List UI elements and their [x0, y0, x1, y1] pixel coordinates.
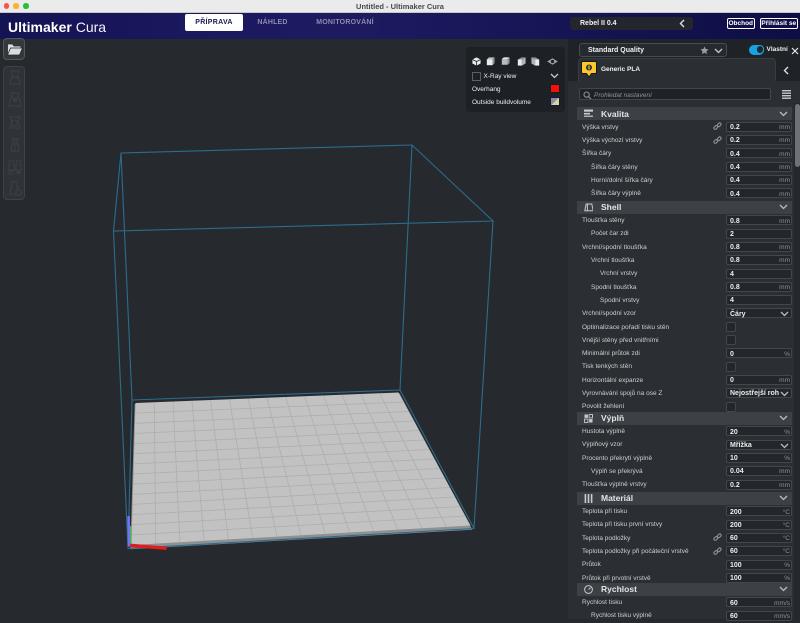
svg-text:0: 0	[588, 66, 591, 72]
